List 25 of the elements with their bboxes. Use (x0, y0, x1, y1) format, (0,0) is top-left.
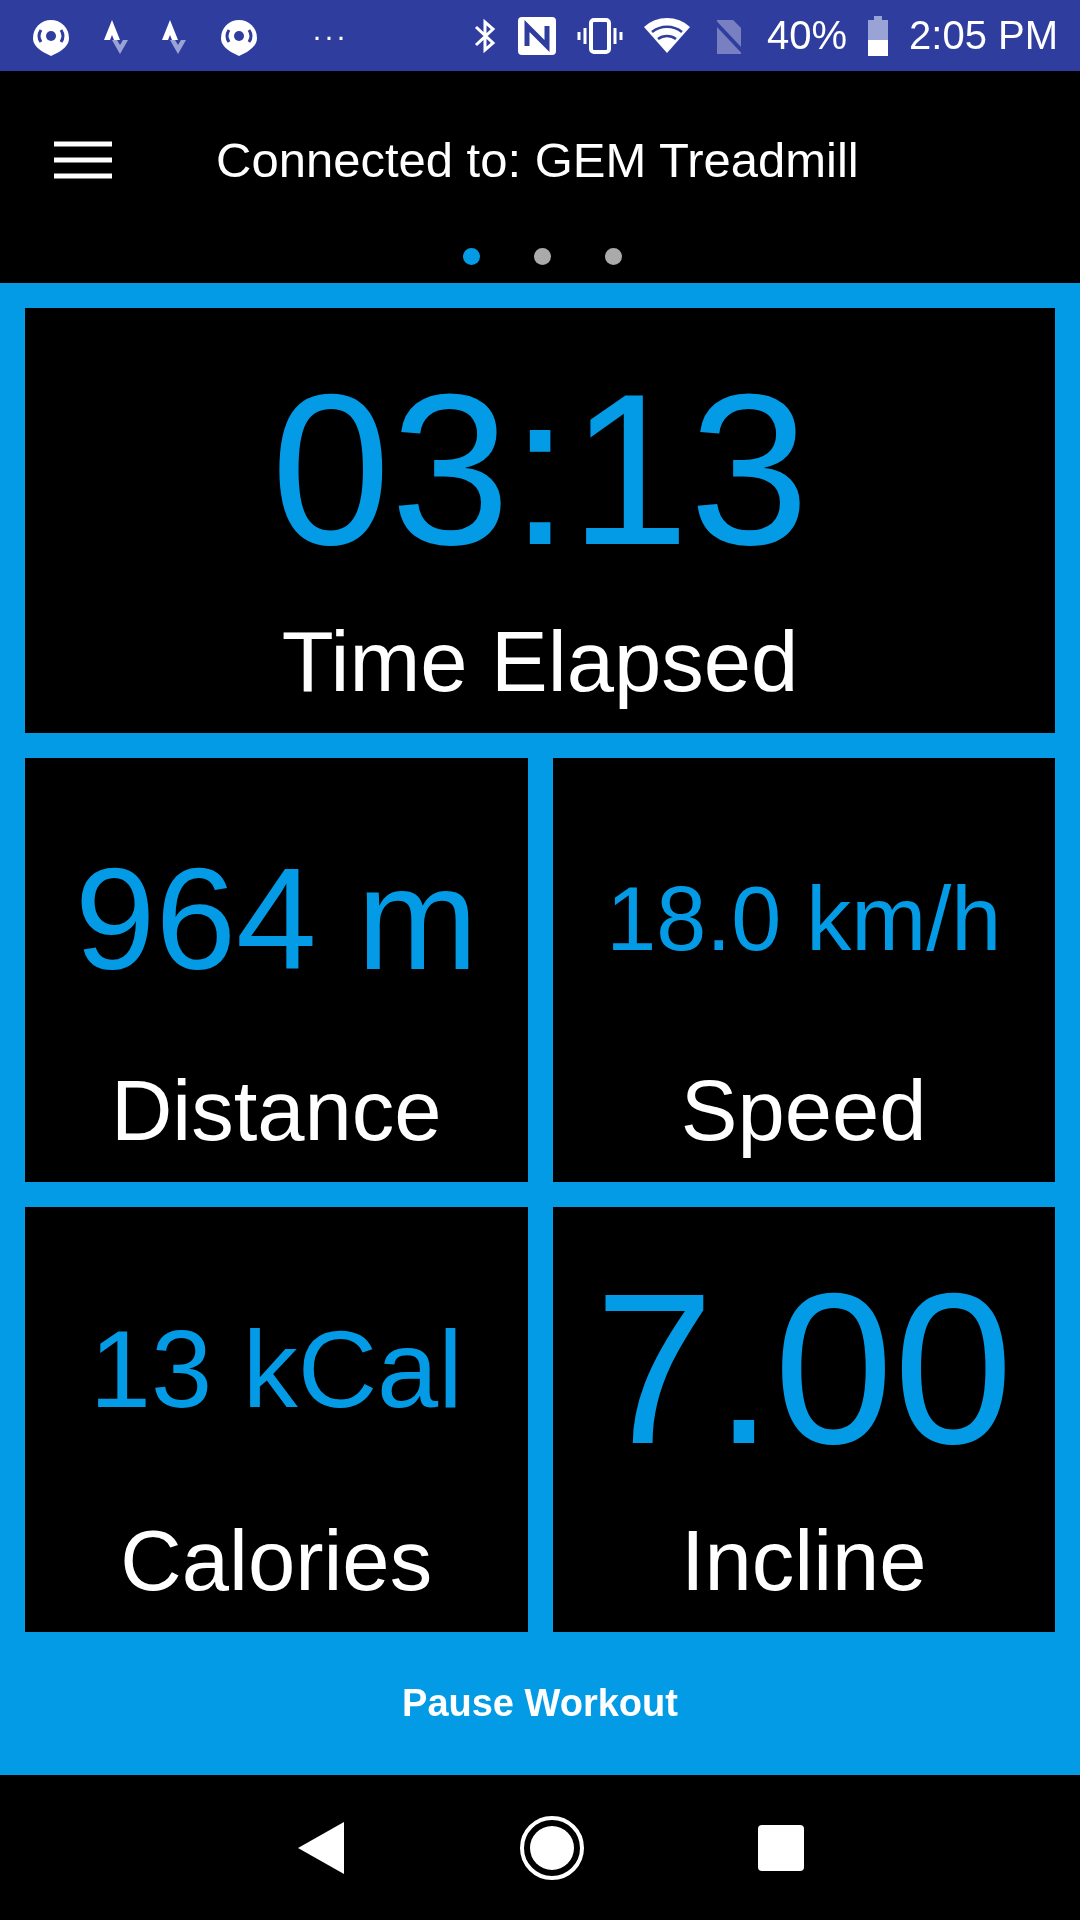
page-indicator-dot[interactable] (463, 248, 480, 265)
metric-value: 7.00 (594, 1261, 1013, 1476)
more-notifications: ··· (312, 18, 348, 53)
metric-value: 964 m (74, 846, 478, 992)
metric-value: 18.0 km/h (606, 874, 1002, 964)
home-icon[interactable] (519, 1814, 585, 1881)
metric-value: 03:13 (271, 362, 809, 577)
metric-label: Calories (120, 1512, 433, 1610)
metric-label: Time Elapsed (281, 613, 799, 711)
page-indicator-dot[interactable] (605, 248, 622, 265)
menu-icon[interactable] (54, 139, 112, 180)
metric-label: Speed (680, 1062, 927, 1160)
metric-label: Incline (680, 1512, 927, 1610)
clock: 2:05 PM (909, 13, 1058, 58)
vibrate-icon (576, 16, 623, 55)
metric-value: 13 kCal (89, 1313, 463, 1424)
metric-label: Distance (110, 1062, 442, 1160)
wifi-icon (642, 16, 691, 55)
recents-icon[interactable] (757, 1824, 804, 1871)
back-icon[interactable] (296, 1819, 347, 1876)
connection-title: Connected to: GEM Treadmill (216, 131, 859, 188)
nfc-icon (516, 15, 557, 56)
battery-level: 40% (766, 13, 848, 58)
battery-icon (867, 15, 890, 56)
page-indicator-dot[interactable] (534, 248, 551, 265)
